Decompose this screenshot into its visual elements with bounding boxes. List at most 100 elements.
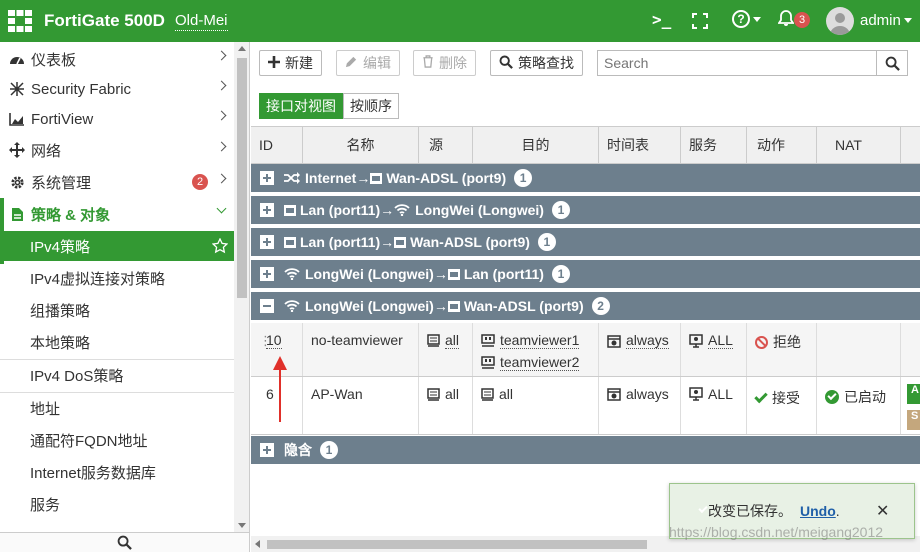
cell-nat	[817, 323, 901, 376]
interface-pair-view-button[interactable]: 接口对视图	[259, 93, 343, 119]
policy-icon	[8, 207, 26, 222]
sidebar-item-local-policy[interactable]: 本地策略	[0, 327, 234, 357]
security-profile-badge[interactable]: S	[907, 410, 920, 430]
column-header-action[interactable]: 动作	[747, 127, 817, 163]
source-value[interactable]: all	[445, 386, 459, 402]
expand-icon[interactable]	[260, 171, 274, 185]
policy-id[interactable]: 10	[266, 332, 282, 349]
destination-value[interactable]: teamviewer2	[500, 354, 580, 371]
column-header-destination[interactable]: 目的	[473, 127, 599, 163]
sidebar-item-ipv4-vip-policy[interactable]: IPv4虚拟连接对策略	[0, 263, 234, 293]
schedule-value[interactable]: always	[626, 332, 669, 349]
avatar[interactable]	[826, 7, 854, 35]
policy-group-lan-longwei[interactable]: Lan (port11) → LongWei (Longwei) 1	[251, 196, 920, 226]
notification-badge: 3	[794, 12, 810, 28]
scrollbar-thumb[interactable]	[267, 540, 647, 549]
cli-console-icon[interactable]: >_	[652, 10, 671, 29]
scroll-down-icon[interactable]	[238, 523, 246, 528]
sidebar-item-internet-service-db[interactable]: Internet服务数据库	[0, 457, 234, 487]
search-icon	[117, 535, 132, 550]
scroll-up-icon[interactable]	[238, 46, 246, 51]
sidebar-item-network[interactable]: 网络	[0, 135, 234, 165]
sidebar-item-addresses[interactable]: 地址	[0, 393, 234, 423]
hostname[interactable]: Old-Mei	[175, 12, 228, 31]
destination-value[interactable]: all	[499, 386, 513, 402]
new-button[interactable]: 新建	[259, 50, 322, 76]
policy-name: AP-Wan	[311, 386, 363, 402]
sidebar-item-security-fabric[interactable]: Security Fabric	[0, 74, 234, 104]
help-menu[interactable]: ?	[732, 10, 761, 28]
sidebar-scrollbar[interactable]	[234, 42, 249, 532]
column-header-id[interactable]: ID	[251, 127, 303, 163]
toast-period: .	[835, 503, 840, 519]
column-header-schedule[interactable]: 时间表	[599, 127, 681, 163]
delete-button[interactable]: 删除	[413, 50, 476, 76]
expand-icon[interactable]	[260, 203, 274, 217]
annotation-arrow-icon	[273, 356, 287, 422]
close-icon[interactable]: ✕	[876, 501, 889, 521]
scrollbar-thumb[interactable]	[237, 58, 247, 298]
collapse-icon[interactable]	[260, 299, 274, 313]
search-button[interactable]	[876, 50, 908, 76]
policy-group-lan-wan[interactable]: Lan (port11) → Wan-ADSL (port9) 1	[251, 228, 920, 258]
pencil-icon	[345, 55, 358, 71]
sidebar: 仪表板 Security Fabric FortiView 网络 系统管理 2	[0, 42, 250, 552]
policy-group-longwei-lan[interactable]: LongWei (Longwei) → Lan (port11) 1	[251, 260, 920, 290]
port-icon	[394, 236, 407, 248]
notifications-button[interactable]: 3	[778, 10, 810, 28]
fullscreen-icon[interactable]	[692, 13, 708, 29]
sidebar-item-dos-policy[interactable]: IPv4 DoS策略	[0, 360, 234, 390]
edit-button[interactable]: 编辑	[336, 50, 400, 76]
expand-icon[interactable]	[260, 235, 274, 249]
scroll-left-icon[interactable]	[255, 540, 260, 548]
cell-service: ALL	[681, 377, 747, 434]
service-value[interactable]: ALL	[708, 332, 733, 349]
cell-action: 接受	[747, 377, 817, 434]
column-header-name[interactable]: 名称	[303, 127, 419, 163]
table-row[interactable]: ⋮ 10 no-teamviewer all teamviewer1 teamv…	[251, 323, 920, 377]
schedule-value[interactable]: always	[626, 386, 669, 402]
group-count-badge: 1	[551, 201, 570, 219]
group-arrow: →	[380, 202, 395, 218]
sidebar-item-fortiview[interactable]: FortiView	[0, 104, 234, 134]
sequence-view-button[interactable]: 按顺序	[343, 93, 399, 119]
sidebar-item-multicast-policy[interactable]: 组播策略	[0, 295, 234, 325]
cell-source: all	[419, 377, 473, 434]
column-label: 动作	[757, 137, 785, 153]
group-label: 隐含	[284, 442, 312, 458]
destination-value[interactable]: teamviewer1	[500, 332, 580, 349]
help-icon: ?	[732, 10, 750, 28]
star-icon[interactable]	[212, 238, 228, 254]
source-value[interactable]: all	[445, 332, 460, 349]
sidebar-item-label: IPv4虚拟连接对策略	[30, 270, 166, 288]
fabric-icon	[8, 81, 26, 97]
watermark: https://blog.csdn.net/meigang2012	[669, 524, 884, 540]
sidebar-item-services[interactable]: 服务	[0, 489, 234, 519]
sidebar-item-dashboard[interactable]: 仪表板	[0, 44, 234, 74]
table-row[interactable]: 6 AP-Wan all all always ALL 接受 已启动 A S	[251, 377, 920, 435]
group-count-badge: 1	[514, 169, 533, 187]
expand-icon[interactable]	[260, 267, 274, 281]
chevron-down-icon	[216, 203, 227, 214]
undo-link[interactable]: Undo	[800, 503, 836, 519]
sidebar-item-label: 地址	[30, 400, 61, 418]
column-header-nat[interactable]: NAT	[817, 127, 901, 163]
column-header-source[interactable]: 源	[419, 127, 473, 163]
top-bar: FortiGate 500D Old-Mei >_ ? 3 admin	[0, 0, 920, 42]
policy-group-internet-wan[interactable]: Internet → Wan-ADSL (port9) 1	[251, 164, 920, 194]
policy-group-implicit[interactable]: 隐含 1	[251, 436, 920, 466]
sidebar-item-wildcard-fqdn[interactable]: 通配符FQDN地址	[0, 425, 234, 455]
expand-icon[interactable]	[260, 443, 274, 457]
policy-lookup-button[interactable]: 策略查找	[490, 50, 583, 76]
column-header-service[interactable]: 服务	[681, 127, 747, 163]
sidebar-item-ipv4-policy[interactable]: IPv4策略	[0, 231, 234, 261]
sidebar-item-policy-objects[interactable]: 策略 & 对象	[0, 199, 234, 229]
security-profile-badge[interactable]: A	[907, 384, 920, 404]
service-value[interactable]: ALL	[708, 386, 733, 402]
search-input[interactable]	[597, 50, 877, 76]
button-label: 删除	[439, 55, 467, 71]
user-menu[interactable]: admin	[860, 12, 912, 29]
policy-group-longwei-wan[interactable]: LongWei (Longwei) → Wan-ADSL (port9) 2	[251, 292, 920, 322]
sidebar-search-button[interactable]	[0, 532, 249, 552]
sidebar-item-system[interactable]: 系统管理 2	[0, 167, 234, 197]
